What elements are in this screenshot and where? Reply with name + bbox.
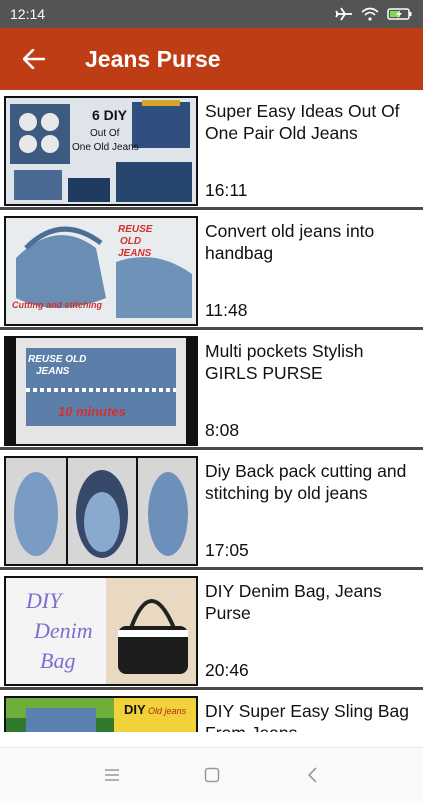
video-thumbnail[interactable]: REUSE OLD JEANS 10 minutes <box>4 336 198 446</box>
battery-charging-icon <box>387 8 412 20</box>
video-thumbnail[interactable]: REUSE OLD JEANS Cutting and stitching <box>4 216 198 326</box>
video-title: Multi pockets Stylish GIRLS PURSE <box>205 341 364 383</box>
thumbnail-text: Out Of <box>90 128 120 139</box>
square-home-icon <box>204 767 219 782</box>
thumbnail-text: 10 minutes <box>58 404 126 419</box>
video-item[interactable]: REUSE OLD JEANS 10 minutes Multi pockets… <box>0 330 423 450</box>
recent-apps-button[interactable] <box>92 755 132 795</box>
video-title: DIY Denim Bag, Jeans Purse <box>205 581 382 623</box>
airplane-mode-icon <box>335 7 352 21</box>
system-back-button[interactable] <box>292 755 332 795</box>
thumbnail-text: Old jeans <box>148 706 187 716</box>
video-item[interactable]: 6 DIY Out Of One Old Jeans Super Easy Id… <box>0 90 423 210</box>
app-bar: Jeans Purse <box>0 28 423 90</box>
video-duration: 20:46 <box>205 660 249 680</box>
status-bar: 12:14 <box>0 0 423 28</box>
home-button[interactable] <box>192 755 232 795</box>
thumbnail-text: JEANS <box>36 366 70 377</box>
video-item[interactable]: Diy Back pack cutting and stitching by o… <box>0 450 423 570</box>
back-button[interactable] <box>9 34 59 84</box>
thumbnail-text: OLD <box>120 236 141 247</box>
chevron-left-icon <box>307 766 317 783</box>
thumbnail-text: Denim <box>33 618 93 643</box>
video-title: Super Easy Ideas Out Of One Pair Old Jea… <box>205 101 400 143</box>
video-thumbnail[interactable]: DIY Old jeans <box>4 696 198 732</box>
video-title: Diy Back pack cutting and stitching by o… <box>205 461 407 503</box>
thumbnail-text: Bag <box>40 648 75 673</box>
video-duration: 16:11 <box>205 180 248 200</box>
video-duration: 11:48 <box>205 300 248 320</box>
thumbnail-text: Cutting and stitching <box>12 300 102 310</box>
video-thumbnail[interactable] <box>4 456 198 566</box>
page-title: Jeans Purse <box>85 45 221 72</box>
video-item[interactable]: DIY Old jeans DIY Super Easy Sling Bag F… <box>0 690 423 732</box>
video-item[interactable]: REUSE OLD JEANS Cutting and stitching Co… <box>0 210 423 330</box>
video-thumbnail[interactable]: DIY Denim Bag <box>4 576 198 686</box>
video-duration: 17:05 <box>205 540 249 560</box>
video-duration: 8:08 <box>205 420 240 440</box>
thumbnail-text: 6 DIY <box>92 107 128 123</box>
video-title: DIY Super Easy Sling Bag From Jeans <box>205 701 409 732</box>
video-list[interactable]: 6 DIY Out Of One Old Jeans Super Easy Id… <box>0 90 423 732</box>
system-navigation-bar <box>0 747 423 801</box>
wifi-icon <box>361 7 379 21</box>
thumbnail-text: REUSE <box>118 224 153 235</box>
thumbnail-text: One Old Jeans <box>72 142 139 153</box>
video-title: Convert old jeans into handbag <box>205 221 375 263</box>
menu-lines-icon <box>104 768 119 781</box>
video-item[interactable]: DIY Denim Bag DIY Denim Bag, Jeans Purse… <box>0 570 423 690</box>
thumbnail-text: DIY <box>25 588 64 613</box>
arrow-back-icon <box>23 49 45 69</box>
thumbnail-text: REUSE OLD <box>28 354 86 365</box>
status-icons <box>335 7 413 21</box>
thumbnail-text: JEANS <box>118 248 152 259</box>
video-thumbnail[interactable]: 6 DIY Out Of One Old Jeans <box>4 96 198 206</box>
status-time: 12:14 <box>10 6 46 22</box>
thumbnail-text: DIY <box>124 702 146 717</box>
